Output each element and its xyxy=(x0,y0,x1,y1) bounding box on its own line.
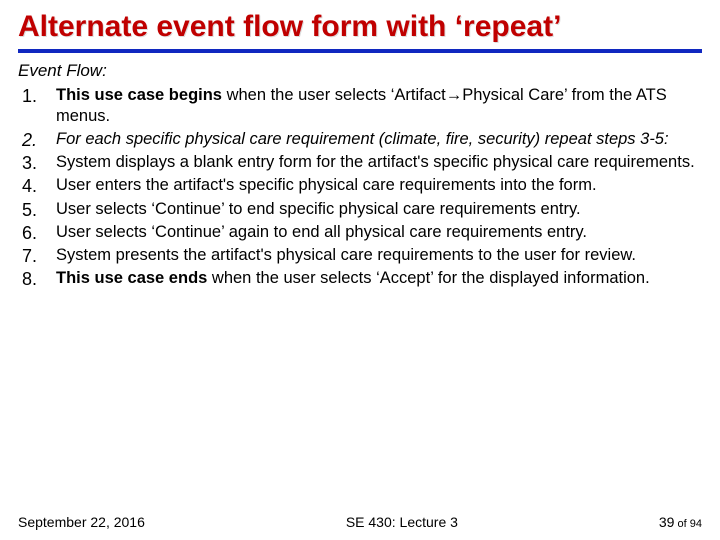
footer-date: September 22, 2016 xyxy=(18,514,145,530)
footer-course: SE 430: Lecture 3 xyxy=(145,514,659,530)
page-of: of xyxy=(674,518,689,530)
item-rest: User selects ‘Continue’ to end specific … xyxy=(56,200,581,218)
list-item: System displays a blank entry form for t… xyxy=(18,152,702,173)
item-lead: This use case begins xyxy=(56,86,222,104)
page-current: 39 xyxy=(659,514,675,530)
item-rest: System presents the artifact's physical … xyxy=(56,246,636,264)
list-item: User selects ‘Continue’ again to end all… xyxy=(18,222,702,243)
section-label: Event Flow: xyxy=(18,61,702,81)
item-rest: User selects ‘Continue’ again to end all… xyxy=(56,223,587,241)
list-item: System presents the artifact's physical … xyxy=(18,245,702,266)
footer-page: 39 of 94 xyxy=(659,514,702,530)
list-item: This use case ends when the user selects… xyxy=(18,268,702,289)
title-rule xyxy=(18,49,702,53)
list-item: User selects ‘Continue’ to end specific … xyxy=(18,199,702,220)
item-rest: System displays a blank entry form for t… xyxy=(56,153,695,171)
list-item: This use case begins when the user selec… xyxy=(18,85,702,127)
event-flow-list: This use case begins when the user selec… xyxy=(18,85,702,289)
page-total: 94 xyxy=(690,518,702,530)
item-rest: when the user selects ‘Accept’ for the d… xyxy=(207,269,649,287)
list-item: For each specific physical care requirem… xyxy=(18,129,702,150)
item-rest: For each specific physical care requirem… xyxy=(56,130,669,148)
item-lead: This use case ends xyxy=(56,269,207,287)
list-item: User enters the artifact's specific phys… xyxy=(18,175,702,196)
slide-footer: September 22, 2016 SE 430: Lecture 3 39 … xyxy=(18,514,702,530)
item-rest: User enters the artifact's specific phys… xyxy=(56,176,597,194)
slide-title: Alternate event flow form with ‘repeat’ xyxy=(18,10,702,43)
